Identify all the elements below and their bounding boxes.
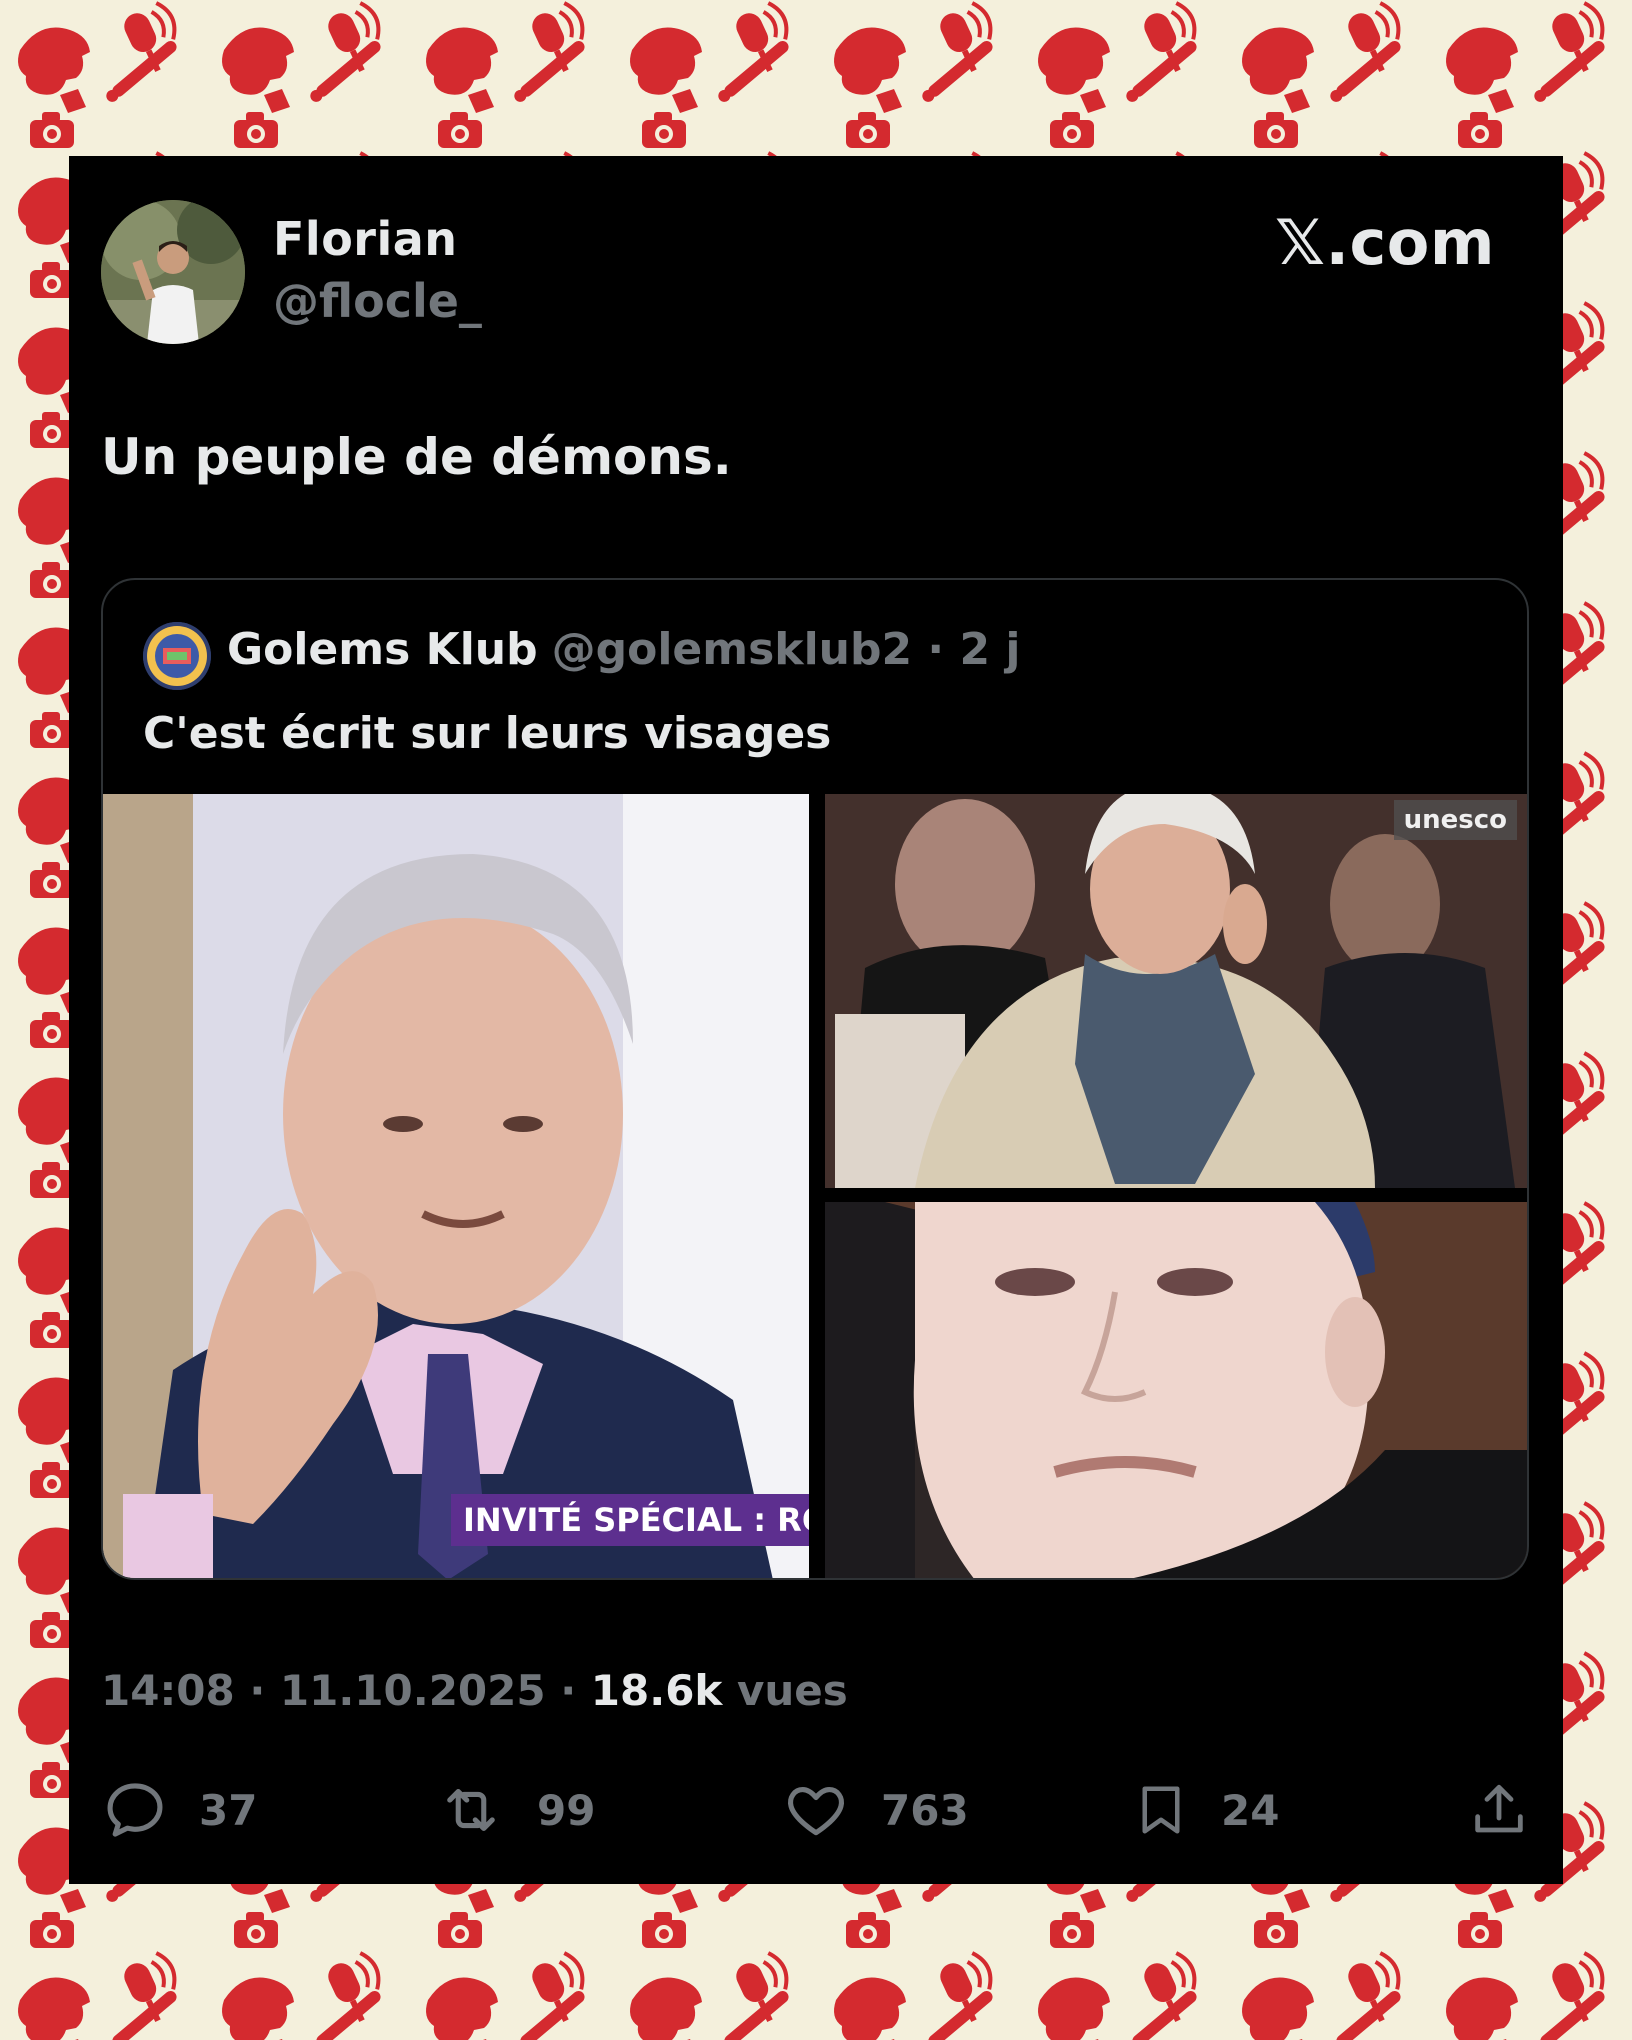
tweet-card: Florian @flocle_ 𝕏.com Un peuple de démo…: [69, 156, 1563, 1884]
elderly-woman-photo: [825, 794, 1527, 1188]
quoted-header: Golems Klub @golemsklub2 · 2 j: [227, 624, 1020, 675]
like-button[interactable]: 763: [781, 1770, 969, 1850]
action-bar: 37 99 763 24: [101, 1770, 1531, 1850]
author-avatar[interactable]: [101, 200, 245, 344]
author-name[interactable]: Florian: [273, 212, 458, 266]
share-icon: [1475, 1784, 1523, 1833]
media-caption-banner: INVITÉ SPÉCIAL : ROI: [451, 1494, 809, 1546]
quoted-tweet-text: C'est écrit sur leurs visages: [143, 708, 832, 759]
woman-closeup-photo: [825, 1202, 1527, 1578]
media-photo-2[interactable]: unesco: [825, 794, 1527, 1188]
bookmark-count: 24: [1221, 1785, 1280, 1835]
repost-button[interactable]: 99: [435, 1770, 595, 1850]
media-grid: INVITÉ SPÉCIAL : ROI unesco: [103, 794, 1527, 1578]
bookmark-icon: [1142, 1786, 1180, 1834]
repost-icon: [447, 1789, 495, 1831]
quoted-avatar-image: [143, 622, 211, 690]
views-count: 18.6k: [590, 1666, 723, 1715]
tweet-text: Un peuple de démons.: [101, 428, 732, 486]
author-avatar-image: [101, 200, 245, 344]
media-photo-1[interactable]: INVITÉ SPÉCIAL : ROI: [103, 794, 809, 1578]
tweet-timestamp: 14:08 · 11.10.2025 · 18.6k vues: [101, 1666, 848, 1715]
quoted-tweet[interactable]: Golems Klub @golemsklub2 · 2 j C'est écri…: [101, 578, 1529, 1580]
reply-count: 37: [199, 1785, 258, 1835]
heart-icon: [788, 1787, 844, 1836]
timestamp-text[interactable]: 14:08 · 11.10.2025 ·: [101, 1666, 591, 1715]
quoted-author-name[interactable]: Golems Klub: [227, 624, 538, 675]
media-watermark: unesco: [1393, 800, 1517, 840]
reply-icon: [107, 1783, 163, 1837]
like-count: 763: [881, 1785, 969, 1835]
x-brand-label: 𝕏.com: [1275, 206, 1495, 279]
repost-count: 99: [537, 1785, 596, 1835]
bookmark-button[interactable]: 24: [1131, 1770, 1279, 1850]
author-handle[interactable]: @flocle_: [273, 274, 482, 328]
quoted-author-meta: @golemsklub2 · 2 j: [551, 624, 1021, 675]
media-photo-3[interactable]: [825, 1202, 1527, 1578]
elderly-man-photo: [103, 794, 809, 1578]
quoted-author-avatar[interactable]: [143, 622, 211, 690]
reply-button[interactable]: 37: [101, 1770, 257, 1850]
share-button[interactable]: [1467, 1770, 1531, 1850]
views-label: vues: [722, 1666, 848, 1715]
